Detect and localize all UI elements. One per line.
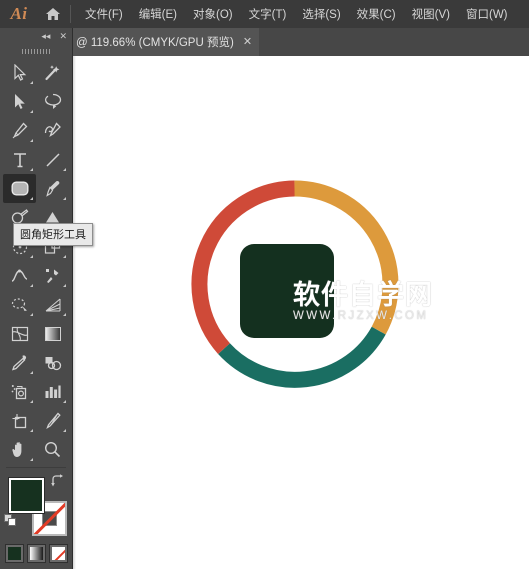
menu-type[interactable]: 文字(T) <box>241 3 295 25</box>
curvature-tool[interactable] <box>36 116 69 145</box>
free-transform-tool[interactable] <box>36 261 69 290</box>
symbol-sprayer-tool[interactable] <box>3 377 36 406</box>
menu-effect[interactable]: 效果(C) <box>349 3 404 25</box>
width-tool[interactable] <box>3 261 36 290</box>
type-tool[interactable] <box>3 145 36 174</box>
fill-type-row <box>0 544 72 563</box>
tool-panel: ◂◂ ✕ 圆角矩形工具 <box>0 28 93 569</box>
menu-item-list: 文件(F) 编辑(E) 对象(O) 文字(T) 选择(S) 效果(C) 视图(V… <box>77 3 516 25</box>
tool-grid <box>0 58 73 464</box>
swap-fill-stroke-icon[interactable] <box>50 474 64 488</box>
illustrator-window: Ai 文件(F) 编辑(E) 对象(O) 文字(T) 选择(S) 效果(C) 视… <box>0 0 529 569</box>
direct-selection-tool[interactable] <box>3 87 36 116</box>
close-icon[interactable]: ✕ <box>59 32 67 41</box>
perspective-grid-tool[interactable] <box>36 290 69 319</box>
document-tab-bar: @ 119.66% (CMYK/GPU 预览) ✕ <box>0 28 529 56</box>
mesh-tool[interactable] <box>3 319 36 348</box>
menu-window[interactable]: 窗口(W) <box>458 3 516 25</box>
menu-view[interactable]: 视图(V) <box>404 3 458 25</box>
pen-tool[interactable] <box>3 116 36 145</box>
column-graph-tool[interactable] <box>36 377 69 406</box>
menu-file[interactable]: 文件(F) <box>77 3 131 25</box>
menu-divider <box>70 5 71 23</box>
close-icon[interactable]: ✕ <box>243 36 252 48</box>
panel-drag-handle[interactable] <box>0 45 72 58</box>
tool-panel-header: ◂◂ ✕ <box>0 28 72 45</box>
zoom-tool[interactable] <box>36 435 69 464</box>
knife-tool[interactable] <box>36 406 69 435</box>
line-segment-tool[interactable] <box>36 145 69 174</box>
tool-panel-divider <box>6 467 66 468</box>
menu-object[interactable]: 对象(O) <box>185 3 241 25</box>
ai-logo: Ai <box>10 4 28 23</box>
fill-type-color[interactable] <box>4 544 24 563</box>
gradient-tool[interactable] <box>36 319 69 348</box>
puppet-warp-tool[interactable] <box>3 290 36 319</box>
canvas-edge-shadow <box>73 56 76 569</box>
fill-type-none[interactable] <box>48 544 68 563</box>
fill-type-gradient[interactable] <box>26 544 46 563</box>
rounded-rectangle-tool[interactable] <box>3 174 36 203</box>
selection-tool[interactable] <box>3 58 36 87</box>
artboard-tool[interactable] <box>3 406 36 435</box>
document-tab-label: @ 119.66% (CMYK/GPU 预览) <box>76 37 234 49</box>
tool-tooltip: 圆角矩形工具 <box>13 223 93 246</box>
blend-tool[interactable] <box>36 348 69 377</box>
menu-bar: Ai 文件(F) 编辑(E) 对象(O) 文字(T) 选择(S) 效果(C) 视… <box>0 0 529 28</box>
fill-swatch[interactable] <box>9 478 44 513</box>
eyedropper-tool[interactable] <box>3 348 36 377</box>
default-fill-stroke-icon[interactable] <box>4 514 17 527</box>
collapse-icon[interactable]: ◂◂ <box>41 32 50 41</box>
paintbrush-tool[interactable] <box>36 174 69 203</box>
menu-select[interactable]: 选择(S) <box>294 3 348 25</box>
home-icon[interactable] <box>38 0 68 28</box>
magic-wand-tool[interactable] <box>36 58 69 87</box>
menu-edit[interactable]: 编辑(E) <box>131 3 185 25</box>
rounded-rectangle-shape[interactable] <box>240 244 334 338</box>
document-tab[interactable]: @ 119.66% (CMYK/GPU 预览) ✕ <box>70 28 260 56</box>
hand-tool[interactable] <box>3 435 36 464</box>
fill-stroke-controls <box>0 472 73 536</box>
lasso-tool[interactable] <box>36 87 69 116</box>
